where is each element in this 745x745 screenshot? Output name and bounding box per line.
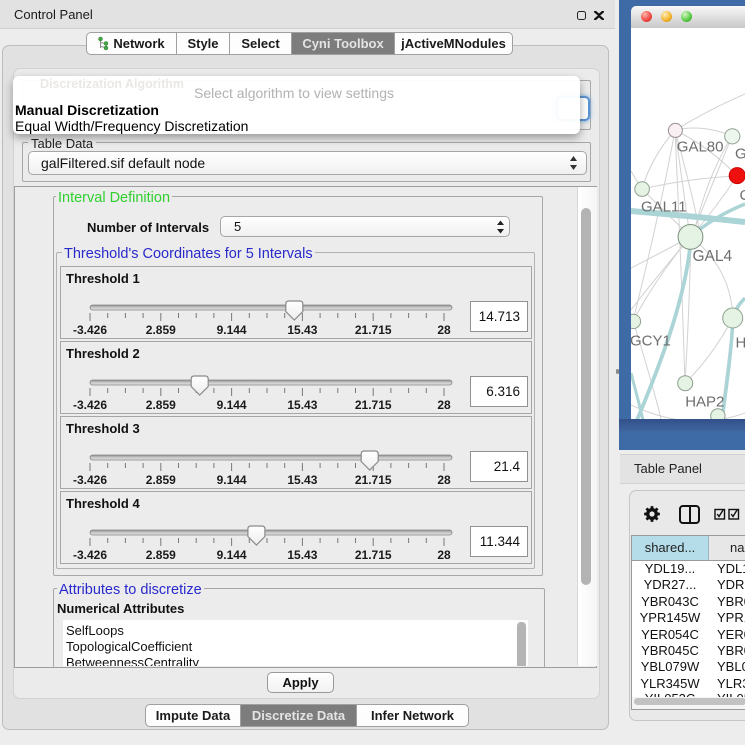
svg-text:2.859: 2.859 (146, 398, 176, 412)
svg-text:15.43: 15.43 (287, 398, 317, 412)
svg-text:9.144: 9.144 (217, 548, 247, 562)
svg-text:15.43: 15.43 (287, 323, 317, 337)
svg-text:28: 28 (437, 473, 451, 487)
svg-text:-3.426: -3.426 (73, 323, 107, 337)
svg-text:GCY1: GCY1 (631, 333, 671, 350)
svg-text:15.43: 15.43 (287, 473, 317, 487)
svg-text:-3.426: -3.426 (73, 398, 107, 412)
svg-text:28: 28 (437, 323, 451, 337)
svg-text:9.144: 9.144 (217, 323, 247, 337)
svg-text:C: C (740, 187, 745, 204)
svg-text:2.859: 2.859 (146, 473, 176, 487)
svg-text:2.859: 2.859 (146, 548, 176, 562)
svg-text:21.715: 21.715 (355, 323, 392, 337)
svg-text:GAL80: GAL80 (677, 139, 724, 156)
svg-text:21.715: 21.715 (355, 398, 392, 412)
svg-text:28: 28 (437, 398, 451, 412)
svg-text:GAL4: GAL4 (693, 248, 733, 265)
svg-text:GA: GA (735, 146, 745, 163)
svg-text:HAP2: HAP2 (685, 394, 724, 411)
svg-text:GAL11: GAL11 (641, 199, 687, 216)
svg-text:9.144: 9.144 (217, 473, 247, 487)
svg-text:9.144: 9.144 (217, 398, 247, 412)
svg-text:21.715: 21.715 (355, 473, 392, 487)
svg-text:-3.426: -3.426 (73, 473, 107, 487)
svg-text:2.859: 2.859 (146, 323, 176, 337)
svg-text:28: 28 (437, 548, 451, 562)
svg-text:H: H (736, 335, 745, 352)
svg-text:15.43: 15.43 (287, 548, 317, 562)
svg-text:21.715: 21.715 (355, 548, 392, 562)
svg-text:-3.426: -3.426 (73, 548, 107, 562)
